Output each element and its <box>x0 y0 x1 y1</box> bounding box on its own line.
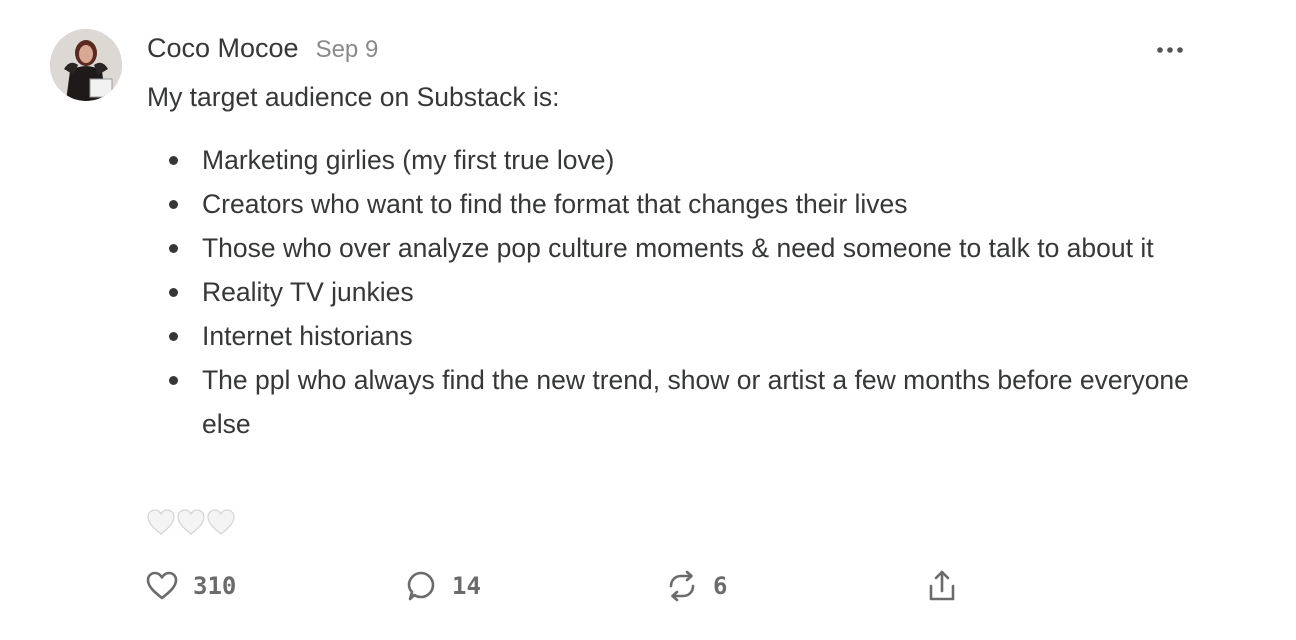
list-item: Internet historians <box>166 314 1196 358</box>
bullet <box>169 288 178 297</box>
list-item-text: The ppl who always find the new trend, s… <box>202 365 1189 439</box>
restack-count: 6 <box>713 572 728 600</box>
share-icon <box>929 570 955 601</box>
list-item-text: Marketing girlies (my first true love) <box>202 145 615 175</box>
list-item: Those who over analyze pop culture momen… <box>166 226 1196 270</box>
share-button[interactable] <box>926 566 958 606</box>
list-item-text: Internet historians <box>202 321 413 351</box>
comment-bubble-icon <box>407 571 435 601</box>
list-item-text: Those who over analyze pop culture momen… <box>202 233 1154 263</box>
note-header: Coco Mocoe Sep 9 <box>147 33 378 64</box>
list-item-text: Reality TV junkies <box>202 277 414 307</box>
more-options-button[interactable] <box>1153 38 1187 62</box>
list-item: Marketing girlies (my first true love) <box>166 138 1196 182</box>
like-count: 310 <box>193 572 237 600</box>
list-item-text: Creators who want to find the format tha… <box>202 189 908 219</box>
bullet <box>169 200 178 209</box>
note-intro: My target audience on Substack is: <box>147 82 560 112</box>
like-button[interactable]: 310 <box>145 566 236 606</box>
author-name[interactable]: Coco Mocoe <box>147 33 299 64</box>
white-heart-icon <box>147 509 175 535</box>
restack-icon <box>669 570 695 602</box>
list-item: Creators who want to find the format tha… <box>166 182 1196 226</box>
more-horizontal-icon <box>1157 47 1183 53</box>
post-date[interactable]: Sep 9 <box>316 36 379 64</box>
bullet <box>169 332 178 341</box>
list-item: The ppl who always find the new trend, s… <box>166 358 1196 446</box>
note-actions: 310 14 6 <box>145 566 965 606</box>
white-heart-icon <box>177 509 205 535</box>
heart-outline-icon <box>146 571 178 600</box>
bullet <box>169 244 178 253</box>
list-item: Reality TV junkies <box>166 270 1196 314</box>
heart-emoji-reactions <box>146 508 236 536</box>
audience-list: Marketing girlies (my first true love) C… <box>166 138 1196 446</box>
white-heart-icon <box>207 509 235 535</box>
note-card: Coco Mocoe Sep 9 My target audience on S… <box>0 0 1296 640</box>
bullet <box>169 376 178 385</box>
restack-button[interactable]: 6 <box>665 566 727 606</box>
avatar[interactable] <box>50 29 122 101</box>
comment-button[interactable]: 14 <box>404 566 481 606</box>
bullet <box>169 156 178 165</box>
comment-count: 14 <box>452 572 481 600</box>
